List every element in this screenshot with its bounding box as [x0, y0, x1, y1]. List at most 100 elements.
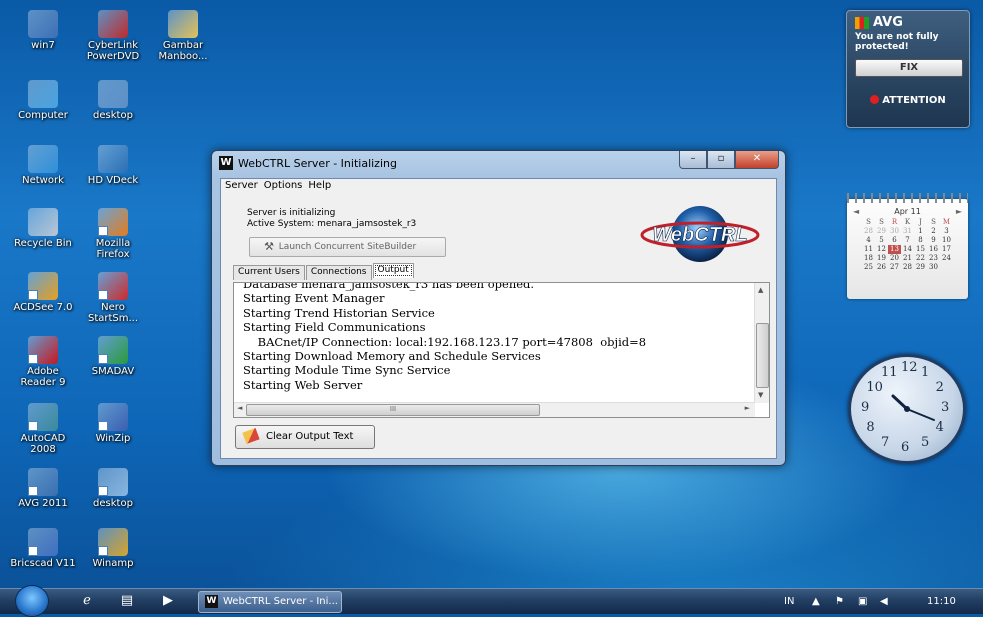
desktop-icon[interactable]: AVG 2011 [8, 468, 78, 509]
calendar-day[interactable]: 26 [875, 263, 888, 272]
calendar-day[interactable]: 29 [875, 227, 888, 236]
desktop-icon[interactable]: Winamp [78, 528, 148, 569]
action-center-icon[interactable]: ⚑ [835, 589, 844, 614]
calendar-day[interactable]: 31 [901, 227, 914, 236]
calendar-next-icon[interactable]: ► [956, 207, 962, 216]
avg-attention-label: ATTENTION [882, 95, 946, 106]
calendar-day[interactable]: 22 [914, 254, 927, 263]
calendar-day[interactable]: 18 [862, 254, 875, 263]
tab-output[interactable]: Output [372, 263, 414, 278]
vertical-scroll-thumb[interactable] [756, 323, 769, 388]
calendar-day[interactable]: 3 [940, 227, 953, 236]
menu-bar: Server Options Help [221, 179, 776, 195]
app-icon [28, 403, 58, 431]
desktop-icon-label: Winamp [92, 558, 134, 569]
calendar-day[interactable]: 20 [888, 254, 901, 263]
clear-output-button[interactable]: Clear Output Text [235, 425, 375, 449]
avg-attention[interactable]: ATTENTION [847, 95, 969, 106]
avg-fix-button[interactable]: FIX [855, 59, 963, 77]
calendar-day[interactable]: 13 [888, 245, 901, 254]
desktop-icon[interactable]: Recycle Bin [8, 208, 78, 249]
desktop-icon[interactable]: AutoCAD 2008 [8, 403, 78, 455]
calendar-day[interactable]: 25 [862, 263, 875, 272]
scroll-left-icon[interactable]: ◄ [237, 404, 242, 412]
desktop-icon[interactable]: CyberLink PowerDVD [78, 10, 148, 62]
desktop-icon[interactable]: Gambar Manboo... [148, 10, 218, 62]
calendar-day[interactable]: 23 [927, 254, 940, 263]
tab-current-users[interactable]: Current Users [233, 265, 305, 280]
calendar-day[interactable]: 27 [888, 263, 901, 272]
calendar-day[interactable]: 14 [901, 245, 914, 254]
media-player-icon[interactable]: ▶ [159, 593, 177, 609]
app-icon [98, 10, 128, 38]
show-hidden-icons[interactable]: ▲ [812, 589, 820, 614]
tab-connections[interactable]: Connections [305, 265, 372, 280]
maximize-button[interactable]: ▫ [707, 151, 735, 169]
scroll-down-icon[interactable]: ▼ [758, 391, 763, 399]
desktop-icon[interactable]: desktop [78, 468, 148, 509]
calendar-day[interactable]: 12 [875, 245, 888, 254]
desktop-icon[interactable]: ACDSee 7.0 [8, 272, 78, 313]
language-indicator[interactable]: IN [784, 589, 794, 614]
calendar-day[interactable]: 15 [914, 245, 927, 254]
clock-hands [891, 394, 935, 421]
network-icon[interactable]: ▣ [858, 589, 867, 614]
start-button[interactable] [15, 585, 49, 617]
calendar-prev-icon[interactable]: ◄ [853, 207, 859, 216]
calendar-day[interactable]: 1 [914, 227, 927, 236]
launch-sitebuilder-button[interactable]: ⚒ Launch Concurrent SiteBuilder [249, 237, 446, 257]
calendar-day[interactable]: 17 [940, 245, 953, 254]
desktop-icon[interactable]: Computer [8, 80, 78, 121]
desktop-icon[interactable]: Bricscad V11 [8, 528, 78, 569]
desktop-icon[interactable]: WinZip [78, 403, 148, 444]
calendar-day[interactable]: 19 [875, 254, 888, 263]
scroll-right-icon[interactable]: ► [745, 404, 750, 412]
calendar-day[interactable]: 4 [862, 236, 875, 245]
calendar-day[interactable]: 2 [927, 227, 940, 236]
calendar-day[interactable]: 30 [927, 263, 940, 272]
calendar-day[interactable] [940, 263, 953, 272]
minimize-button[interactable]: – [679, 151, 707, 169]
taskbar-webctrl[interactable]: W WebCTRL Server - Ini... [198, 591, 342, 613]
menu-help[interactable]: Help [308, 180, 331, 194]
calendar-day[interactable]: 6 [888, 236, 901, 245]
desktop-icon-label: AutoCAD 2008 [20, 433, 66, 455]
calendar-day[interactable]: 29 [914, 263, 927, 272]
app-icon [28, 336, 58, 364]
horizontal-scrollbar[interactable]: ◄ III ► [234, 402, 755, 417]
desktop-icon[interactable]: desktop [78, 80, 148, 121]
menu-server[interactable]: Server [225, 180, 258, 194]
menu-options[interactable]: Options [264, 180, 303, 194]
calendar-day[interactable]: 11 [862, 245, 875, 254]
calendar-day[interactable]: 7 [901, 236, 914, 245]
avg-warning: You are not fully protected! [855, 32, 939, 52]
calendar-day[interactable]: 24 [940, 254, 953, 263]
volume-icon[interactable]: ◀ [880, 589, 888, 614]
calendar-day[interactable]: 9 [927, 236, 940, 245]
calendar-day[interactable]: 10 [940, 236, 953, 245]
output-panel[interactable]: Database menara_jamsostek_r3 has been op… [233, 282, 770, 418]
desktop-icon[interactable]: Mozilla Firefox [78, 208, 148, 260]
calendar-day[interactable]: 21 [901, 254, 914, 263]
webctrl-logo: WebCTRL [640, 206, 760, 262]
app-icon [28, 272, 58, 300]
calendar-day[interactable]: 28 [862, 227, 875, 236]
desktop-icon[interactable]: win7 [8, 10, 78, 51]
desktop-icon[interactable]: SMADAV [78, 336, 148, 377]
desktop-icon[interactable]: Network [8, 145, 78, 186]
ie-icon[interactable]: ℯ [78, 593, 96, 609]
explorer-icon[interactable]: ▤ [118, 593, 136, 609]
calendar-day[interactable]: 8 [914, 236, 927, 245]
calendar-day[interactable]: 30 [888, 227, 901, 236]
close-button[interactable]: ✕ [735, 151, 779, 169]
calendar-day[interactable]: 16 [927, 245, 940, 254]
scroll-up-icon[interactable]: ▲ [758, 286, 763, 294]
calendar-day[interactable]: 28 [901, 263, 914, 272]
desktop-icon[interactable]: Nero StartSm... [78, 272, 148, 324]
desktop-icon[interactable]: Adobe Reader 9 [8, 336, 78, 388]
vertical-scrollbar[interactable]: ▲ ▼ [754, 283, 769, 403]
clock-time[interactable]: 11:10 [927, 589, 956, 614]
calendar-day[interactable]: 5 [875, 236, 888, 245]
desktop-icon[interactable]: HD VDeck [78, 145, 148, 186]
horizontal-scroll-thumb[interactable]: III [246, 404, 540, 416]
